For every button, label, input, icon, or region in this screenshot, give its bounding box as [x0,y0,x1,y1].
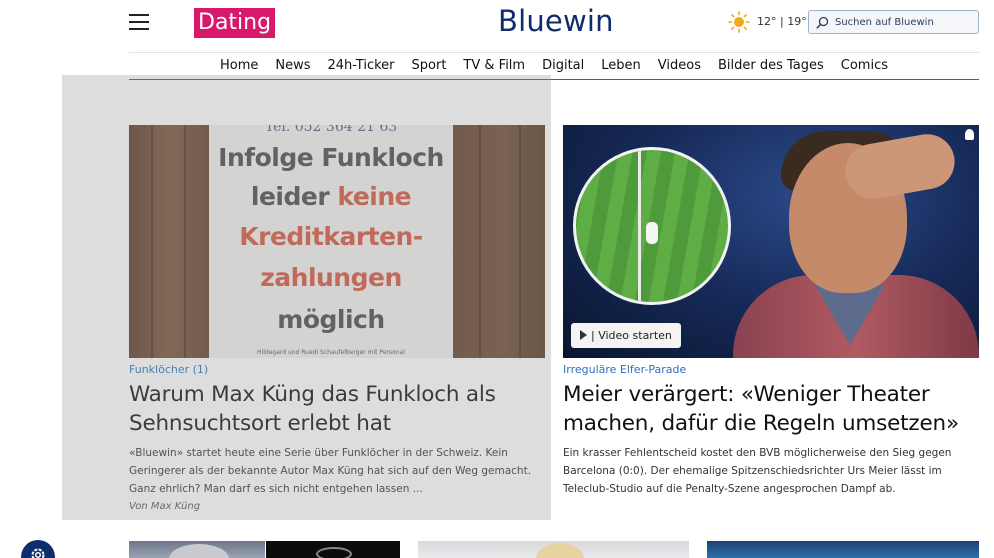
article-headline[interactable]: Meier verärgert: «Weniger Theater machen… [563,380,979,438]
article-card-funkloch[interactable]: Tel. 052 364 21 63 Infolge Funkloch leid… [129,125,545,512]
poster-line-1: Infolge Funkloch [218,143,444,172]
nav-item-bilder-des-tages[interactable]: Bilder des Tages [718,55,824,79]
poster-phone: Tel. 052 364 21 63 [264,125,398,135]
teaser-thumbnail-1[interactable] [129,541,265,558]
search-input[interactable] [835,11,975,33]
poster-line-2: leider keine [250,182,412,211]
video-start-button[interactable]: | Video starten [571,323,681,348]
teaser-thumbnail-4[interactable] [707,541,979,558]
sun-icon [728,11,750,33]
nav-divider [129,79,979,80]
goalkeeper [646,222,658,244]
poster-line-3: Kreditkarten- [239,222,423,251]
article-kicker[interactable]: Irreguläre Elfer-Parade [563,363,979,377]
gear-icon [31,548,45,558]
poster-line-4: zahlungen [260,263,402,292]
search-icon [816,16,829,29]
nav-item-digital[interactable]: Digital [542,55,584,79]
header-divider [129,52,979,53]
weather-temperature: 12° | 19° [757,15,807,28]
video-start-label: | Video starten [591,329,672,342]
bluewin-logo[interactable]: Bluewin [498,4,614,38]
main-nav: Home News 24h-Ticker Sport TV & Film Dig… [129,55,979,79]
search-box[interactable] [808,10,979,34]
nav-item-home[interactable]: Home [220,55,258,79]
poster: Tel. 052 364 21 63 Infolge Funkloch leid… [209,125,453,358]
nav-item-sport[interactable]: Sport [412,55,447,79]
teaser-thumbnail-3[interactable] [418,541,689,558]
article-card-meier[interactable]: | Video starten Irreguläre Elfer-Parade … [563,125,979,498]
teaser-thumbnail-2[interactable] [266,541,400,558]
nav-item-tv-film[interactable]: TV & Film [463,55,525,79]
pitch-replay-circle [573,147,731,305]
poster-line-5: möglich [277,305,385,334]
article-teaser: Ein krasser Fehlentscheid kostet den BVB… [563,447,952,495]
article-headline[interactable]: Warum Max Küng das Funkloch als Sehnsuch… [129,380,545,438]
article-kicker[interactable]: Funklöcher (1) [129,363,545,377]
nav-item-comics[interactable]: Comics [841,55,888,79]
dating-link[interactable]: Dating [194,8,276,38]
article-image-poster[interactable]: Tel. 052 364 21 63 Infolge Funkloch leid… [129,125,545,358]
poster-footer: Hildegard und Ruedi Schaufelberger mit P… [257,349,405,356]
article-author: Von Max Küng [129,501,201,512]
article-image-tv-studio[interactable]: | Video starten [563,125,979,358]
nav-item-news[interactable]: News [275,55,310,79]
teleclub-logo-icon [965,129,974,140]
hamburger-icon[interactable] [129,14,149,30]
privacy-settings-button[interactable] [21,540,55,558]
article-teaser: «Bluewin» startet heute eine Serie über … [129,447,532,495]
nav-item-videos[interactable]: Videos [658,55,701,79]
site-header: Dating Bluewin 12° | 19° [0,0,994,52]
nav-item-leben[interactable]: Leben [601,55,641,79]
nav-item-24h-ticker[interactable]: 24h-Ticker [328,55,395,79]
play-icon [580,330,587,340]
